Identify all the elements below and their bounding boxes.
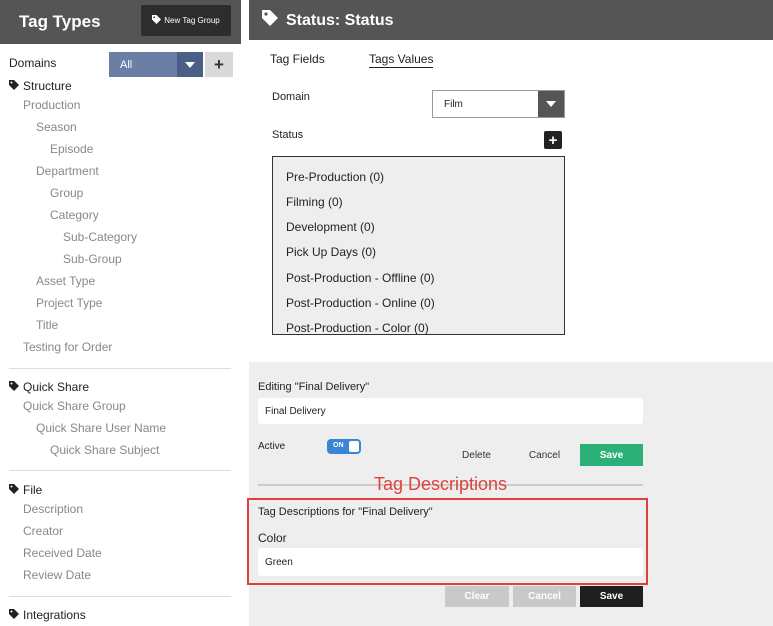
tag-icon <box>9 79 19 93</box>
tag-icon <box>9 483 19 497</box>
tree-item-creator[interactable]: Creator <box>23 524 63 538</box>
sidebar-divider <box>9 470 231 471</box>
tag-icon <box>9 380 19 394</box>
save-button[interactable]: Save <box>580 444 643 466</box>
status-list[interactable]: Pre-Production (0) Filming (0) Developme… <box>272 156 565 335</box>
tag-icon <box>152 15 162 26</box>
chevron-down-icon[interactable] <box>538 91 564 117</box>
tag-descriptions-title: Tag Descriptions for "Final Delivery" <box>258 506 433 518</box>
tree-item-sub-group[interactable]: Sub-Group <box>63 252 122 266</box>
domain-select[interactable]: Film <box>432 90 565 118</box>
tree-item-episode[interactable]: Episode <box>50 142 93 156</box>
domain-select-value: Film <box>444 98 463 110</box>
tag-name-input[interactable]: Final Delivery <box>258 398 643 424</box>
add-status-button[interactable]: + <box>544 131 562 149</box>
color-label: Color <box>258 531 287 545</box>
tree-item-season[interactable]: Season <box>36 120 77 134</box>
group-integrations[interactable]: Integrations <box>9 608 86 622</box>
active-toggle[interactable]: ON <box>327 439 361 454</box>
save-description-button[interactable]: Save <box>580 586 643 607</box>
domains-label: Domains <box>9 56 57 70</box>
tab-tags-values[interactable]: Tags Values <box>369 52 434 68</box>
page-title: Status: Status <box>262 10 394 31</box>
group-structure-label: Structure <box>23 79 72 93</box>
tree-item-testing-for-order[interactable]: Testing for Order <box>23 340 112 354</box>
toggle-knob <box>349 441 359 452</box>
delete-button[interactable]: Delete <box>449 444 504 466</box>
tag-icon <box>262 10 278 31</box>
tree-item-asset-type[interactable]: Asset Type <box>36 274 95 288</box>
tree-item-received-date[interactable]: Received Date <box>23 546 102 560</box>
group-quick-share-label: Quick Share <box>23 380 90 394</box>
cancel-button[interactable]: Cancel <box>517 444 572 466</box>
tree-item-sub-category[interactable]: Sub-Category <box>63 230 137 244</box>
status-item-post-offline[interactable]: Post-Production - Offline (0) <box>286 271 435 285</box>
tree-item-quick-share-group[interactable]: Quick Share Group <box>23 399 126 413</box>
domains-select-value: All <box>120 58 133 71</box>
group-file[interactable]: File <box>9 483 42 497</box>
group-integrations-label: Integrations <box>23 608 86 622</box>
new-tag-group-button[interactable]: New Tag Group <box>141 5 231 36</box>
tree-item-description[interactable]: Description <box>23 502 83 516</box>
tree-item-review-date[interactable]: Review Date <box>23 568 91 582</box>
active-label: Active <box>258 441 286 452</box>
group-structure[interactable]: Structure <box>9 79 72 93</box>
tree-item-project-type[interactable]: Project Type <box>36 296 102 310</box>
active-toggle-label: ON <box>333 442 344 449</box>
group-quick-share[interactable]: Quick Share <box>9 380 89 394</box>
tab-tag-fields[interactable]: Tag Fields <box>270 52 325 66</box>
new-tag-group-label: New Tag Group <box>164 16 220 25</box>
group-file-label: File <box>23 483 43 497</box>
tree-item-quick-share-subject[interactable]: Quick Share Subject <box>50 443 159 457</box>
status-item-filming[interactable]: Filming (0) <box>286 195 343 209</box>
editing-label: Editing "Final Delivery" <box>258 381 370 393</box>
domains-select[interactable]: All <box>109 52 203 77</box>
tree-item-title[interactable]: Title <box>36 318 58 332</box>
tree-item-quick-share-user-name[interactable]: Quick Share User Name <box>36 421 166 435</box>
sidebar-divider <box>9 596 231 597</box>
tree-item-category[interactable]: Category <box>50 208 99 222</box>
tree-item-group[interactable]: Group <box>50 186 83 200</box>
status-label: Status <box>272 129 304 141</box>
color-input[interactable]: Green <box>258 548 643 576</box>
status-item-pick-up-days[interactable]: Pick Up Days (0) <box>286 245 376 259</box>
clear-button[interactable]: Clear <box>445 586 509 607</box>
cancel-description-button[interactable]: Cancel <box>513 586 576 607</box>
status-item-development[interactable]: Development (0) <box>286 220 375 234</box>
sidebar-title: Tag Types <box>19 12 101 31</box>
status-item-post-online[interactable]: Post-Production - Online (0) <box>286 296 435 310</box>
page-title-text: Status: Status <box>286 11 394 29</box>
add-domain-button[interactable]: + <box>205 52 233 77</box>
domain-label: Domain <box>272 91 310 103</box>
tree-item-production[interactable]: Production <box>23 98 80 112</box>
chevron-down-icon[interactable] <box>177 52 203 77</box>
tree-item-department[interactable]: Department <box>36 164 99 178</box>
status-item-pre-production[interactable]: Pre-Production (0) <box>286 170 384 184</box>
annotation-label: Tag Descriptions <box>374 474 508 494</box>
status-item-post-color[interactable]: Post-Production - Color (0) <box>286 321 429 334</box>
tag-icon <box>9 608 19 622</box>
sidebar-divider <box>9 368 231 369</box>
